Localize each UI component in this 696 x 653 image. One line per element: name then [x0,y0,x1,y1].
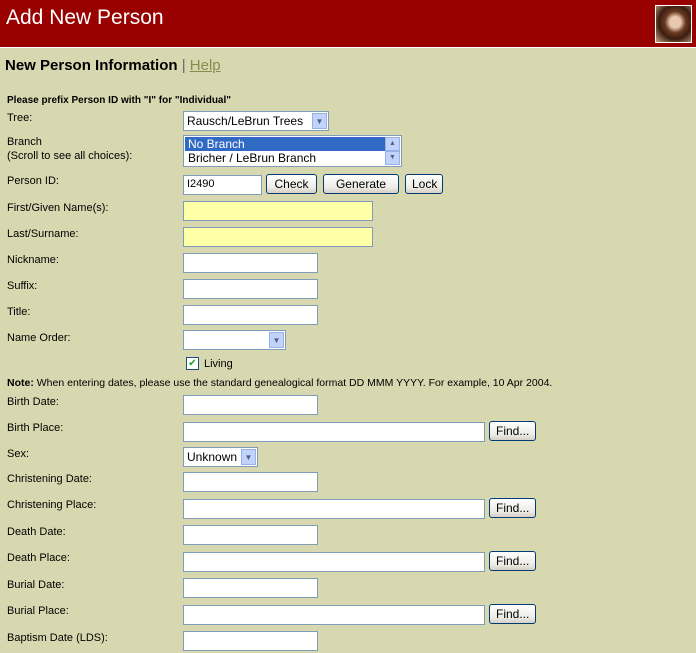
person-photo-thumbnail [655,5,692,43]
chevron-down-icon[interactable]: ▼ [312,113,327,129]
deathplace-label: Death Place: [7,552,70,564]
find-deathplace-button[interactable]: Find... [489,551,536,571]
chevron-down-icon[interactable]: ▼ [269,332,284,348]
birthdate-input[interactable] [183,395,318,415]
christeningplace-input[interactable] [183,499,485,519]
section-title-text: New Person Information [5,57,178,74]
nameorder-label: Name Order: [7,332,71,344]
personid-input[interactable]: I2490 [183,175,262,195]
listbox-scrollbar[interactable]: ▲ ▼ [385,137,400,165]
tree-label: Tree: [7,112,33,124]
deathdate-label: Death Date: [7,526,66,538]
lastname-label: Last/Surname: [7,228,79,240]
branch-sublabel: (Scroll to see all choices): [7,150,133,162]
chevron-down-icon[interactable]: ▼ [241,449,256,465]
page-title: Add New Person [6,6,164,29]
sex-select-value: Unknown [187,450,238,464]
personid-label: Person ID: [7,175,59,187]
christeningplace-label: Christening Place: [7,499,97,511]
tree-select[interactable]: Rausch/LeBrun Trees ▼ [183,111,329,131]
living-checkbox[interactable]: ✔ [186,357,199,370]
birthplace-input[interactable] [183,422,485,442]
section-title: New Person Information | Help [5,57,221,74]
baptismdate-input[interactable] [183,631,318,651]
branch-option[interactable]: Bricher / LeBrun Branch [185,151,401,165]
suffix-label: Suffix: [7,280,38,292]
subheader: New Person Information | Help [0,49,696,83]
note-text: When entering dates, please use the stan… [33,377,553,389]
note-bold: Note: [7,377,34,389]
title-label: Title: [7,306,31,318]
christeningdate-input[interactable] [183,472,318,492]
page-header: Add New Person [0,0,696,48]
deathdate-input[interactable] [183,525,318,545]
find-christeningplace-button[interactable]: Find... [489,498,536,518]
burialplace-label: Burial Place: [7,605,69,617]
find-burialplace-button[interactable]: Find... [489,604,536,624]
birthplace-label: Birth Place: [7,422,64,434]
prefix-note: Please prefix Person ID with "I" for "In… [7,95,232,106]
find-birthplace-button[interactable]: Find... [489,421,536,441]
sex-label: Sex: [7,448,30,460]
scroll-up-icon[interactable]: ▲ [385,137,400,151]
suffix-input[interactable] [183,279,318,299]
help-link[interactable]: Help [190,57,221,74]
nickname-input[interactable] [183,253,318,273]
christeningdate-label: Christening Date: [7,473,92,485]
firstname-input[interactable] [183,201,373,221]
generate-button[interactable]: Generate [323,174,399,194]
date-format-note: Note: When entering dates, please use th… [7,377,552,389]
separator: | [181,57,186,74]
burialdate-input[interactable] [183,578,318,598]
burialdate-label: Burial Date: [7,579,65,591]
check-button[interactable]: Check [266,174,317,194]
burialplace-input[interactable] [183,605,485,625]
lock-button[interactable]: Lock [405,174,443,194]
title-input[interactable] [183,305,318,325]
branch-label: Branch [7,136,42,148]
scroll-down-icon[interactable]: ▼ [385,151,400,165]
deathplace-input[interactable] [183,552,485,572]
branch-listbox[interactable]: No Branch Bricher / LeBrun Branch ▲ ▼ [183,135,402,167]
birthdate-label: Birth Date: [7,396,59,408]
sex-select[interactable]: Unknown ▼ [183,447,258,467]
tree-select-value: Rausch/LeBrun Trees [187,114,304,128]
branch-option-selected[interactable]: No Branch [185,137,385,151]
firstname-label: First/Given Name(s): [7,202,109,214]
living-label: Living [204,358,233,370]
nameorder-select[interactable]: ▼ [183,330,286,350]
lastname-input[interactable] [183,227,373,247]
baptismdate-label: Baptism Date (LDS): [7,632,108,644]
nickname-label: Nickname: [7,254,59,266]
